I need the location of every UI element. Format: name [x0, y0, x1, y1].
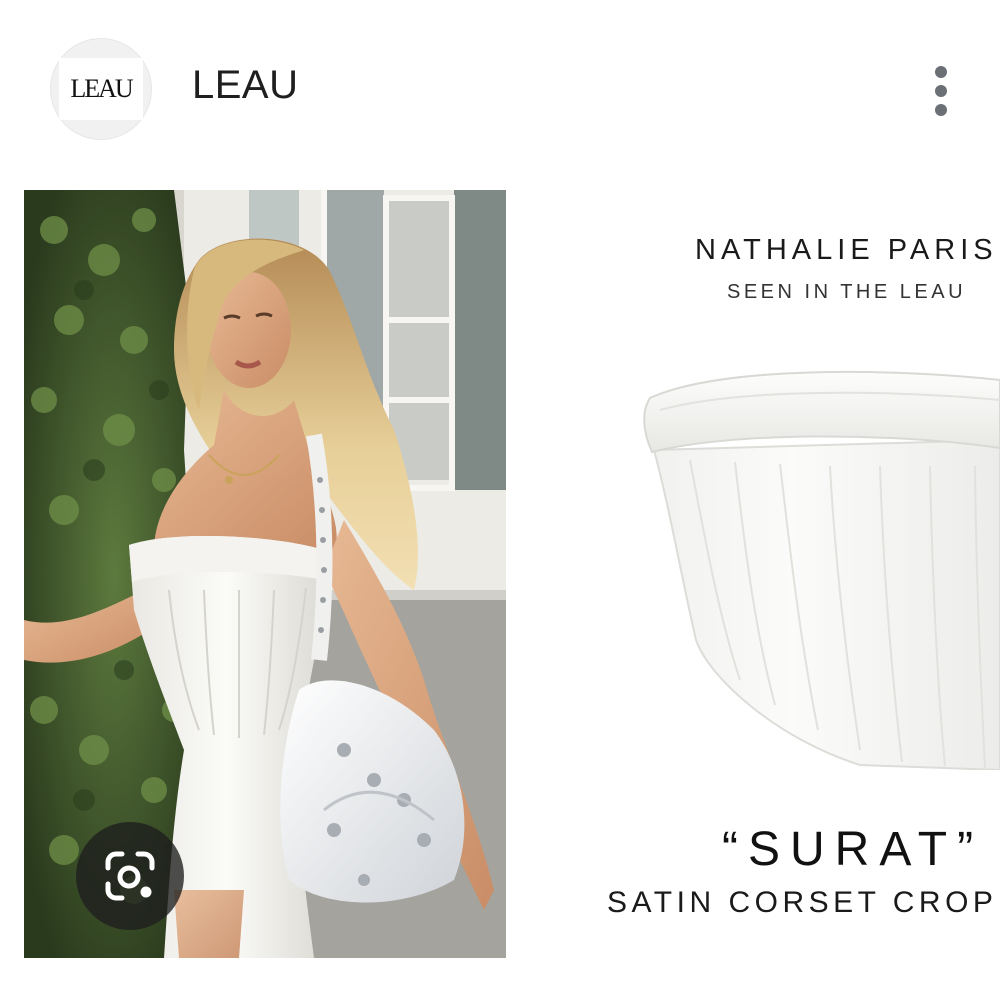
more-dot-icon	[935, 104, 947, 116]
more-dot-icon	[935, 85, 947, 97]
post-header: LEAU LEAU	[0, 0, 1000, 170]
account-name[interactable]: LEAU	[192, 63, 299, 108]
corset-product-illustration	[640, 370, 1000, 772]
product-description: SATIN CORSET CROP	[607, 886, 998, 919]
more-dot-icon	[935, 66, 947, 78]
product-name: “SURAT”	[722, 823, 984, 876]
visual-search-button[interactable]	[76, 822, 184, 930]
outfit-photo[interactable]	[24, 190, 506, 958]
avatar-logo: LEAU	[59, 58, 143, 120]
account-avatar[interactable]: LEAU	[50, 38, 152, 140]
google-lens-icon	[105, 851, 155, 901]
promo-subtitle: SEEN IN THE LEAU	[727, 281, 967, 303]
more-options-button[interactable]	[918, 58, 964, 124]
product-promo-image[interactable]: NATHALIE PARIS SEEN IN THE LEAU “SURAT” …	[540, 190, 1000, 958]
brand-name: NATHALIE PARIS	[695, 234, 998, 266]
post-view: LEAU LEAU NATHALIE PARIS SEEN IN THE LEA…	[0, 0, 1000, 1000]
